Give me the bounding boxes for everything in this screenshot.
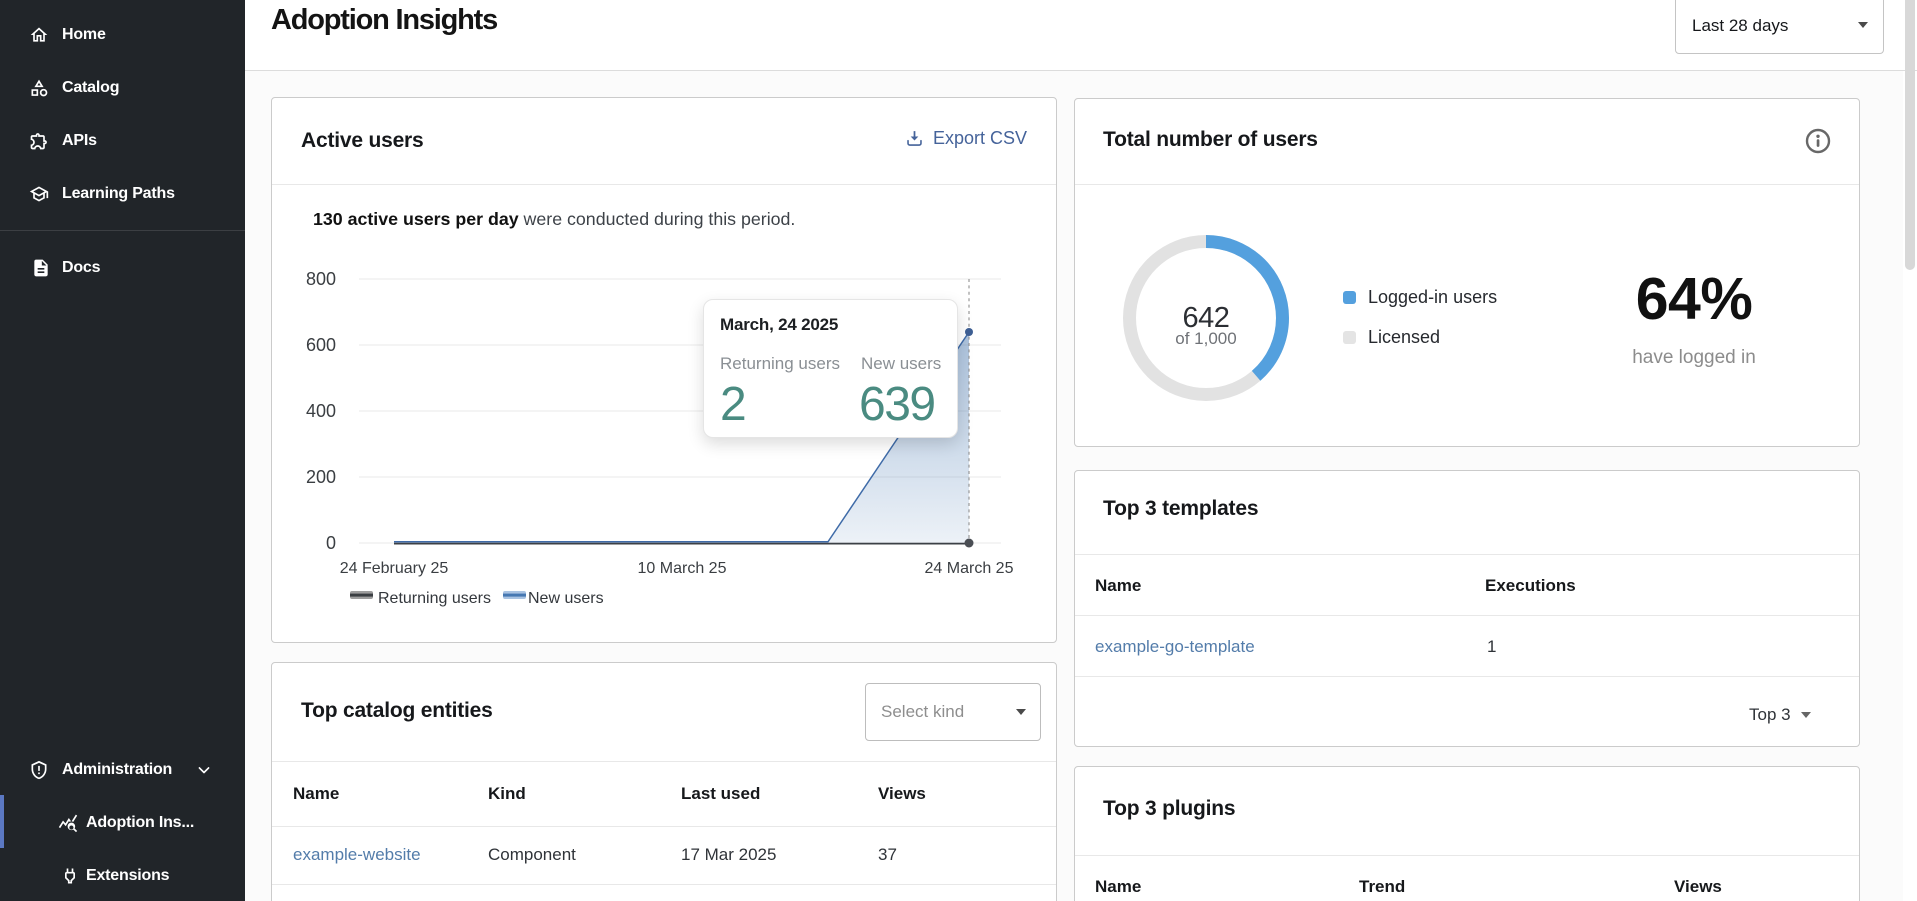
svg-text:24 February 25: 24 February 25 xyxy=(340,560,449,577)
svg-text:0: 0 xyxy=(326,533,336,553)
svg-text:10 March 25: 10 March 25 xyxy=(638,560,727,577)
svg-text:24 March 25: 24 March 25 xyxy=(925,560,1014,577)
svg-text:Returning users: Returning users xyxy=(378,590,491,607)
svg-text:New users: New users xyxy=(528,590,604,607)
svg-text:200: 200 xyxy=(306,467,336,487)
svg-text:400: 400 xyxy=(306,401,336,421)
svg-text:800: 800 xyxy=(306,269,336,289)
svg-text:600: 600 xyxy=(306,335,336,355)
